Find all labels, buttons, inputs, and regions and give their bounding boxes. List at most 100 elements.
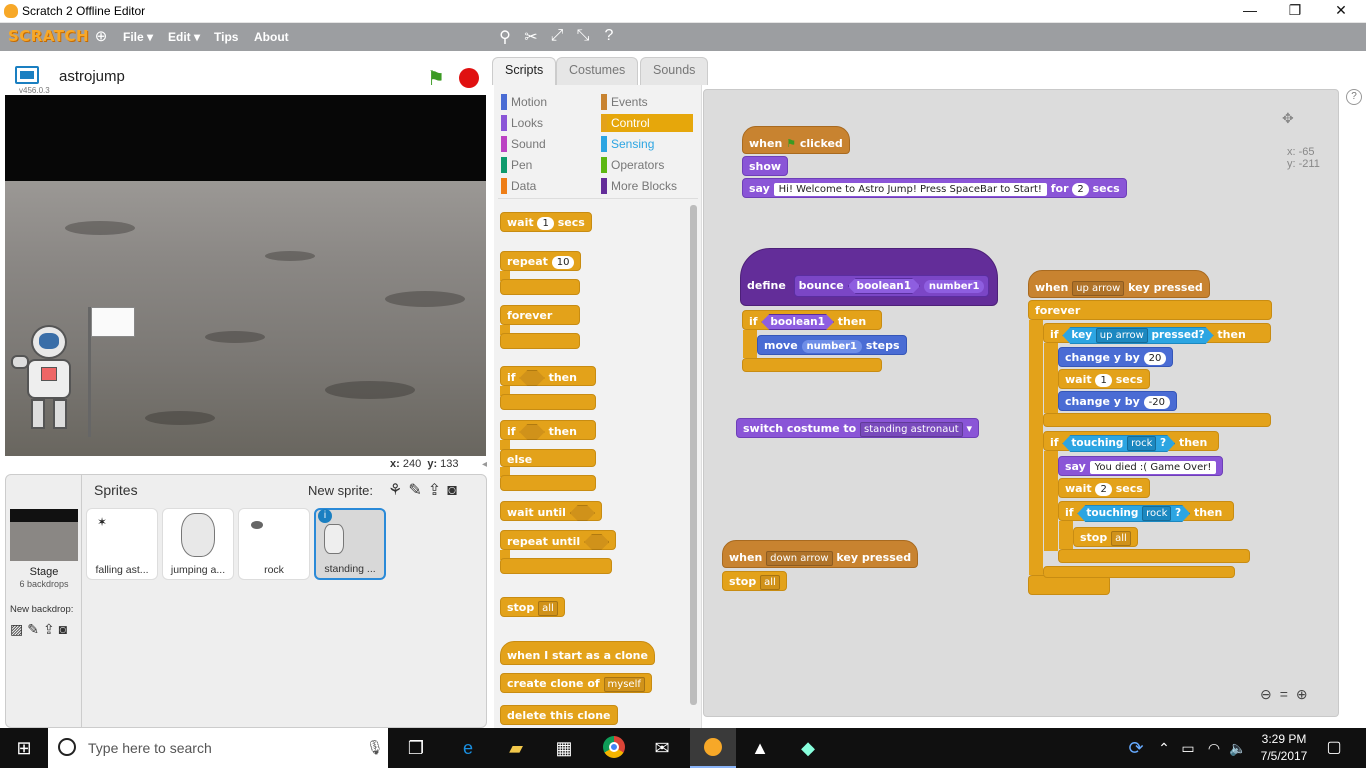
wait-1-block[interactable]: wait 1 secs: [1058, 369, 1150, 389]
if-touching-rock-inner-block[interactable]: if touching rock ? then: [1058, 501, 1234, 521]
tab-scripts[interactable]: Scripts: [492, 57, 557, 85]
chrome-icon[interactable]: [602, 736, 626, 760]
help-icon[interactable]: ?: [1346, 89, 1362, 105]
if-key-pressed-block[interactable]: if key up arrow pressed? then: [1043, 323, 1271, 343]
block-if-then[interactable]: if then: [500, 366, 596, 386]
show-block[interactable]: show: [742, 156, 789, 176]
edge-icon[interactable]: e: [456, 736, 480, 760]
info-icon[interactable]: i: [318, 509, 332, 523]
notifications-icon[interactable]: ▢: [1322, 736, 1346, 760]
say-welcome-block[interactable]: say Hi! Welcome to Astro Jump! Press Spa…: [742, 178, 1127, 198]
when-down-arrow-block[interactable]: when down arrow key pressed: [722, 540, 919, 568]
define-bounce-block[interactable]: define bounce boolean1 number1: [740, 248, 998, 306]
scripts-area[interactable]: when ⚑ clicked show say Hi! Welcome to A…: [703, 89, 1339, 717]
microphone-icon[interactable]: 🎙: [366, 739, 384, 756]
sprite-jumping-astronaut[interactable]: jumping a...: [162, 508, 234, 580]
globe-icon[interactable]: ⊕: [92, 27, 110, 45]
collapse-stage-icon[interactable]: ◂: [482, 459, 487, 470]
block-forever[interactable]: forever: [500, 305, 580, 325]
restore-button[interactable]: ❐: [1285, 2, 1305, 19]
file-explorer-icon[interactable]: ▰: [504, 736, 528, 760]
menu-about[interactable]: About: [254, 30, 289, 44]
show-hidden-icons[interactable]: ⌃: [1152, 736, 1176, 760]
stage-canvas[interactable]: [5, 95, 486, 456]
change-y-down-block[interactable]: change y by -20: [1058, 391, 1178, 411]
minimize-button[interactable]: —: [1240, 2, 1260, 18]
volume-icon[interactable]: 🔈: [1226, 736, 1250, 760]
update-icon[interactable]: ⟳: [1124, 736, 1148, 760]
category-sound[interactable]: Sound: [501, 135, 593, 153]
menu-file[interactable]: File ▾: [123, 30, 153, 44]
clock-date[interactable]: 7/5/2017: [1254, 749, 1314, 763]
search-placeholder: Type here to search: [88, 740, 212, 756]
category-events[interactable]: Events: [601, 93, 693, 111]
when-up-arrow-block[interactable]: when up arrow key pressed: [1028, 270, 1210, 298]
stage-thumbnail[interactable]: [10, 509, 78, 561]
sprite-standing-astronaut[interactable]: i standing ...: [314, 508, 386, 580]
tab-sounds[interactable]: Sounds: [640, 57, 709, 85]
block-wait-until[interactable]: wait until: [500, 501, 603, 521]
block-create-clone[interactable]: create clone of myself: [500, 673, 652, 693]
zoom-controls[interactable]: ⊖=⊕: [1260, 686, 1316, 703]
category-operators[interactable]: Operators: [601, 156, 693, 174]
menu-edit[interactable]: Edit ▾: [168, 30, 200, 44]
wait-2-block[interactable]: wait 2 secs: [1058, 478, 1150, 498]
forever-block[interactable]: forever: [1028, 300, 1272, 320]
windows-start-icon[interactable]: ⊞: [12, 736, 36, 760]
mail-icon[interactable]: ✉: [650, 736, 674, 760]
scratch-logo[interactable]: SCRATCH: [8, 27, 89, 45]
clock-time[interactable]: 3:29 PM: [1254, 732, 1314, 746]
new-backdrop-icons[interactable]: ▨✎⇪◙: [10, 621, 71, 638]
green-flag-icon[interactable]: ⚑: [427, 66, 445, 91]
when-flag-clicked-block[interactable]: when ⚑ clicked: [742, 126, 850, 154]
mouse-y: y: -211: [1287, 158, 1320, 170]
if-then-bounce-block[interactable]: if boolean1 then: [742, 310, 882, 330]
shrink-icon[interactable]: ⤡: [574, 27, 592, 45]
delete-icon[interactable]: ✂: [522, 27, 540, 47]
category-looks[interactable]: Looks: [501, 114, 593, 132]
palette-scrollbar[interactable]: [690, 205, 697, 705]
stage-coordinates: x: 240 y: 133: [390, 458, 459, 470]
astronaut-sprite[interactable]: [11, 325, 91, 435]
block-wait[interactable]: wait 1 secs: [500, 212, 592, 232]
category-control[interactable]: Control: [601, 114, 693, 132]
store-icon[interactable]: ▦: [552, 736, 576, 760]
fullscreen-icon[interactable]: [15, 66, 39, 84]
category-data[interactable]: Data: [501, 177, 593, 195]
scratch-taskbar-item[interactable]: [690, 728, 736, 768]
category-sensing[interactable]: Sensing: [601, 135, 693, 153]
task-view-icon[interactable]: ❐: [404, 736, 428, 760]
block-delete-clone[interactable]: delete this clone: [500, 705, 618, 725]
sprite-rock[interactable]: rock: [238, 508, 310, 580]
if-touching-rock-block[interactable]: if touching rock ? then: [1043, 431, 1219, 451]
help-icon[interactable]: ?: [600, 27, 618, 45]
stop-all-inner-block[interactable]: stop all: [1073, 527, 1138, 547]
category-more-blocks[interactable]: More Blocks: [601, 177, 693, 195]
app-icon[interactable]: ◆: [796, 736, 820, 760]
sprite-falling-astronaut[interactable]: ✶ falling ast...: [86, 508, 158, 580]
category-pen[interactable]: Pen: [501, 156, 593, 174]
move-block[interactable]: move number1 steps: [757, 335, 907, 355]
block-repeat-until[interactable]: repeat until: [500, 530, 617, 550]
block-stop[interactable]: stop all: [500, 597, 565, 617]
grow-icon[interactable]: ⤢: [548, 27, 566, 45]
block-when-clone[interactable]: when I start as a clone: [500, 641, 655, 665]
block-repeat[interactable]: repeat 10: [500, 251, 582, 271]
duplicate-icon[interactable]: ⚲: [496, 27, 514, 47]
close-button[interactable]: ✕: [1331, 2, 1351, 19]
wifi-icon[interactable]: ◠: [1202, 736, 1226, 760]
stop-icon[interactable]: [459, 68, 479, 88]
new-sprite-icons[interactable]: ⚘✎⇪◙: [388, 480, 463, 500]
stop-all-block[interactable]: stop all: [722, 571, 787, 591]
tab-costumes[interactable]: Costumes: [556, 57, 639, 85]
search-box[interactable]: Type here to search 🎙: [48, 728, 388, 768]
say-died-block[interactable]: say You died :( Game Over!: [1058, 456, 1224, 476]
switch-costume-block[interactable]: switch costume to standing astronaut ▾: [736, 418, 979, 438]
battery-icon[interactable]: ▭: [1176, 736, 1200, 760]
block-if-else[interactable]: if then: [500, 420, 596, 440]
menu-tips[interactable]: Tips: [214, 30, 238, 44]
project-name[interactable]: astrojump: [59, 68, 125, 85]
change-y-up-block[interactable]: change y by 20: [1058, 347, 1174, 367]
category-motion[interactable]: Motion: [501, 93, 593, 111]
photos-icon[interactable]: ▲: [748, 736, 772, 760]
